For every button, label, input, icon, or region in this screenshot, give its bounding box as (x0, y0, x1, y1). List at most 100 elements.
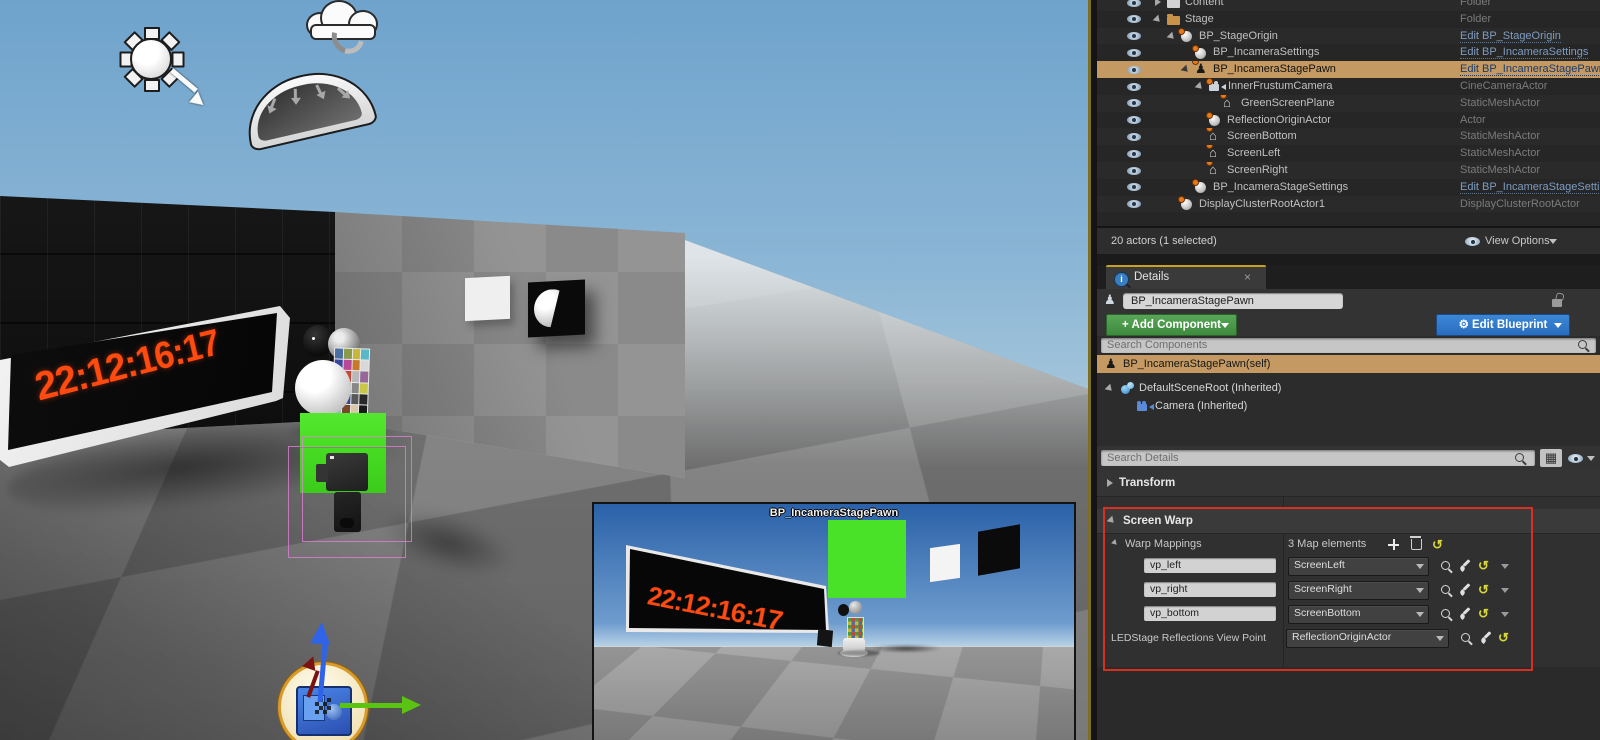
component-row-self[interactable]: ♟ BP_IncameraStagePawn(self) (1097, 355, 1600, 374)
wind-cloud-sprite[interactable] (306, 0, 382, 60)
visibility-eye-icon[interactable] (1127, 48, 1141, 57)
map-key-field[interactable]: vp_bottom (1144, 606, 1276, 621)
visibility-eye-icon[interactable] (1127, 15, 1141, 24)
map-value-dropdown[interactable]: ScreenRight (1288, 581, 1429, 600)
led-timecode-display[interactable]: 22:12:16:17 (0, 300, 296, 470)
eyedropper-icon[interactable] (1459, 583, 1472, 596)
row-label[interactable]: Stage (1185, 11, 1214, 28)
visibility-eye-icon[interactable] (1127, 149, 1141, 158)
outliner-row[interactable]: ⌂ ScreenBottom StaticMeshActor (1097, 128, 1600, 146)
add-component-button[interactable]: + Add Component (1106, 314, 1237, 336)
expander-collapsed-icon[interactable] (1155, 0, 1165, 6)
display-filter-eye-icon[interactable] (1568, 454, 1583, 463)
skylight-dome-sprite[interactable] (237, 60, 382, 162)
reset-icon[interactable]: ↺ (1498, 631, 1509, 644)
component-row-scene-root[interactable]: DefaultSceneRoot (Inherited) (1097, 379, 1600, 397)
row-label[interactable]: Content (1185, 0, 1224, 11)
map-value-dropdown[interactable]: ScreenLeft (1288, 557, 1429, 576)
outliner-row[interactable]: BP_StageOrigin Edit BP_StageOrigin (1097, 27, 1600, 45)
expander-expanded-icon[interactable] (1104, 383, 1118, 397)
panel-splitter[interactable] (1097, 254, 1600, 265)
outliner-row[interactable]: ⌂ GreenScreenPlane StaticMeshActor (1097, 94, 1600, 112)
outliner-row[interactable]: BP_IncameraSettings Edit BP_IncameraSett… (1097, 44, 1600, 62)
level-viewport[interactable]: 22:12:16:17 22:12:16:17 BP_IncameraStage… (0, 0, 1091, 740)
row-edit-link[interactable]: Edit BP_StageOrigin (1460, 28, 1561, 45)
gizmo-y-axis[interactable] (340, 703, 402, 708)
row-label[interactable]: ReflectionOriginActor (1227, 112, 1331, 129)
outliner-row[interactable]: ⌂ ScreenRight StaticMeshActor (1097, 162, 1600, 179)
row-edit-link[interactable]: Edit BP_IncameraStagePawn (1460, 61, 1600, 78)
browse-icon[interactable] (1441, 609, 1450, 618)
map-value-dropdown[interactable]: ScreenBottom (1288, 605, 1429, 624)
outliner-row[interactable]: InnerFrustumCamera CineCameraActor (1097, 78, 1600, 95)
options-chevron-icon[interactable] (1501, 612, 1509, 621)
search-components-input[interactable]: Search Components (1101, 338, 1596, 353)
visibility-eye-icon[interactable] (1127, 200, 1141, 209)
transform-gizmo[interactable] (260, 616, 435, 740)
actor-name-field[interactable]: BP_IncameraStagePawn (1123, 293, 1343, 309)
expander-expanded-icon[interactable] (1194, 81, 1208, 95)
expander-expanded-icon[interactable] (1152, 14, 1166, 28)
row-label[interactable]: ScreenRight (1227, 162, 1288, 179)
reset-icon[interactable]: ↺ (1478, 559, 1489, 572)
row-label[interactable]: DisplayClusterRootActor1 (1199, 196, 1325, 213)
gizmo-y-axis-arrowhead[interactable] (402, 696, 421, 714)
category-transform[interactable]: Transform (1097, 470, 1600, 497)
trash-icon[interactable] (1410, 536, 1422, 550)
lock-icon[interactable] (1552, 299, 1562, 307)
visibility-eye-icon[interactable] (1127, 132, 1141, 141)
expander-expanded-icon[interactable] (1180, 64, 1194, 78)
tab-details[interactable]: i Details × (1106, 265, 1266, 291)
options-chevron-icon[interactable] (1501, 564, 1509, 573)
property-matrix-button[interactable]: ▦ (1540, 449, 1562, 467)
black-test-square[interactable] (528, 279, 585, 338)
chevron-down-icon[interactable] (1587, 456, 1595, 465)
search-details-input[interactable]: Search Details (1101, 450, 1535, 466)
reset-icon[interactable]: ↺ (1478, 607, 1489, 620)
row-label[interactable]: InnerFrustumCamera (1228, 78, 1333, 95)
row-edit-link[interactable]: Edit BP_IncameraStageSettings (1460, 179, 1600, 196)
browse-icon[interactable] (1461, 633, 1470, 642)
row-label[interactable]: ScreenLeft (1227, 145, 1280, 162)
expander-collapsed-icon[interactable] (1107, 479, 1117, 487)
expander-expanded-icon[interactable] (1106, 515, 1120, 529)
expander-expanded-icon[interactable] (1111, 539, 1121, 549)
row-label[interactable]: BP_StageOrigin (1199, 28, 1278, 45)
component-row-camera[interactable]: Camera (Inherited) (1097, 397, 1600, 415)
row-edit-link[interactable]: Edit BP_IncameraSettings (1460, 44, 1589, 61)
visibility-eye-icon[interactable] (1127, 183, 1141, 192)
outliner-row[interactable]: BP_IncameraStageSettings Edit BP_Incamer… (1097, 178, 1600, 196)
outliner-row-selected[interactable]: ♟ BP_IncameraStagePawn Edit BP_IncameraS… (1097, 61, 1600, 78)
add-element-icon[interactable] (1388, 539, 1399, 550)
category-screen-warp[interactable]: Screen Warp (1097, 509, 1600, 534)
eyedropper-icon[interactable] (1459, 559, 1472, 572)
outliner-row[interactable]: ⌂ ScreenLeft StaticMeshActor (1097, 145, 1600, 162)
eyedropper-icon[interactable] (1459, 607, 1472, 620)
browse-icon[interactable] (1441, 561, 1450, 570)
map-key-field[interactable]: vp_left (1144, 558, 1276, 573)
outliner-row[interactable]: ReflectionOriginActor Actor (1097, 111, 1600, 129)
map-key-field[interactable]: vp_right (1144, 582, 1276, 597)
visibility-eye-icon[interactable] (1127, 166, 1141, 175)
visibility-eye-icon[interactable] (1127, 65, 1141, 74)
eyedropper-icon[interactable] (1480, 631, 1493, 644)
visibility-eye-icon[interactable] (1127, 82, 1141, 91)
visibility-eye-icon[interactable] (1127, 32, 1141, 41)
outliner-row[interactable]: Stage Folder (1097, 10, 1600, 28)
close-icon[interactable]: × (1244, 270, 1251, 284)
outliner-row[interactable]: DisplayClusterRootActor1 DisplayClusterR… (1097, 195, 1600, 213)
directional-light-sprite[interactable] (118, 26, 185, 92)
row-label[interactable]: BP_IncameraSettings (1213, 44, 1319, 61)
browse-icon[interactable] (1441, 585, 1450, 594)
view-options-chevron-icon[interactable] (1549, 239, 1557, 248)
visibility-eye-icon[interactable] (1127, 99, 1141, 108)
reflections-dropdown[interactable]: ReflectionOriginActor (1286, 629, 1449, 648)
reset-icon[interactable]: ↺ (1432, 538, 1443, 551)
view-options-button[interactable]: View Options (1485, 228, 1550, 254)
visibility-eye-icon[interactable] (1127, 0, 1141, 7)
gizmo-z-axis-arrowhead[interactable] (310, 621, 332, 645)
row-label[interactable]: GreenScreenPlane (1241, 95, 1335, 112)
row-label[interactable]: ScreenBottom (1227, 128, 1297, 145)
view-options-eye-icon[interactable] (1465, 237, 1480, 246)
outliner-row[interactable]: Content Folder (1097, 0, 1600, 11)
